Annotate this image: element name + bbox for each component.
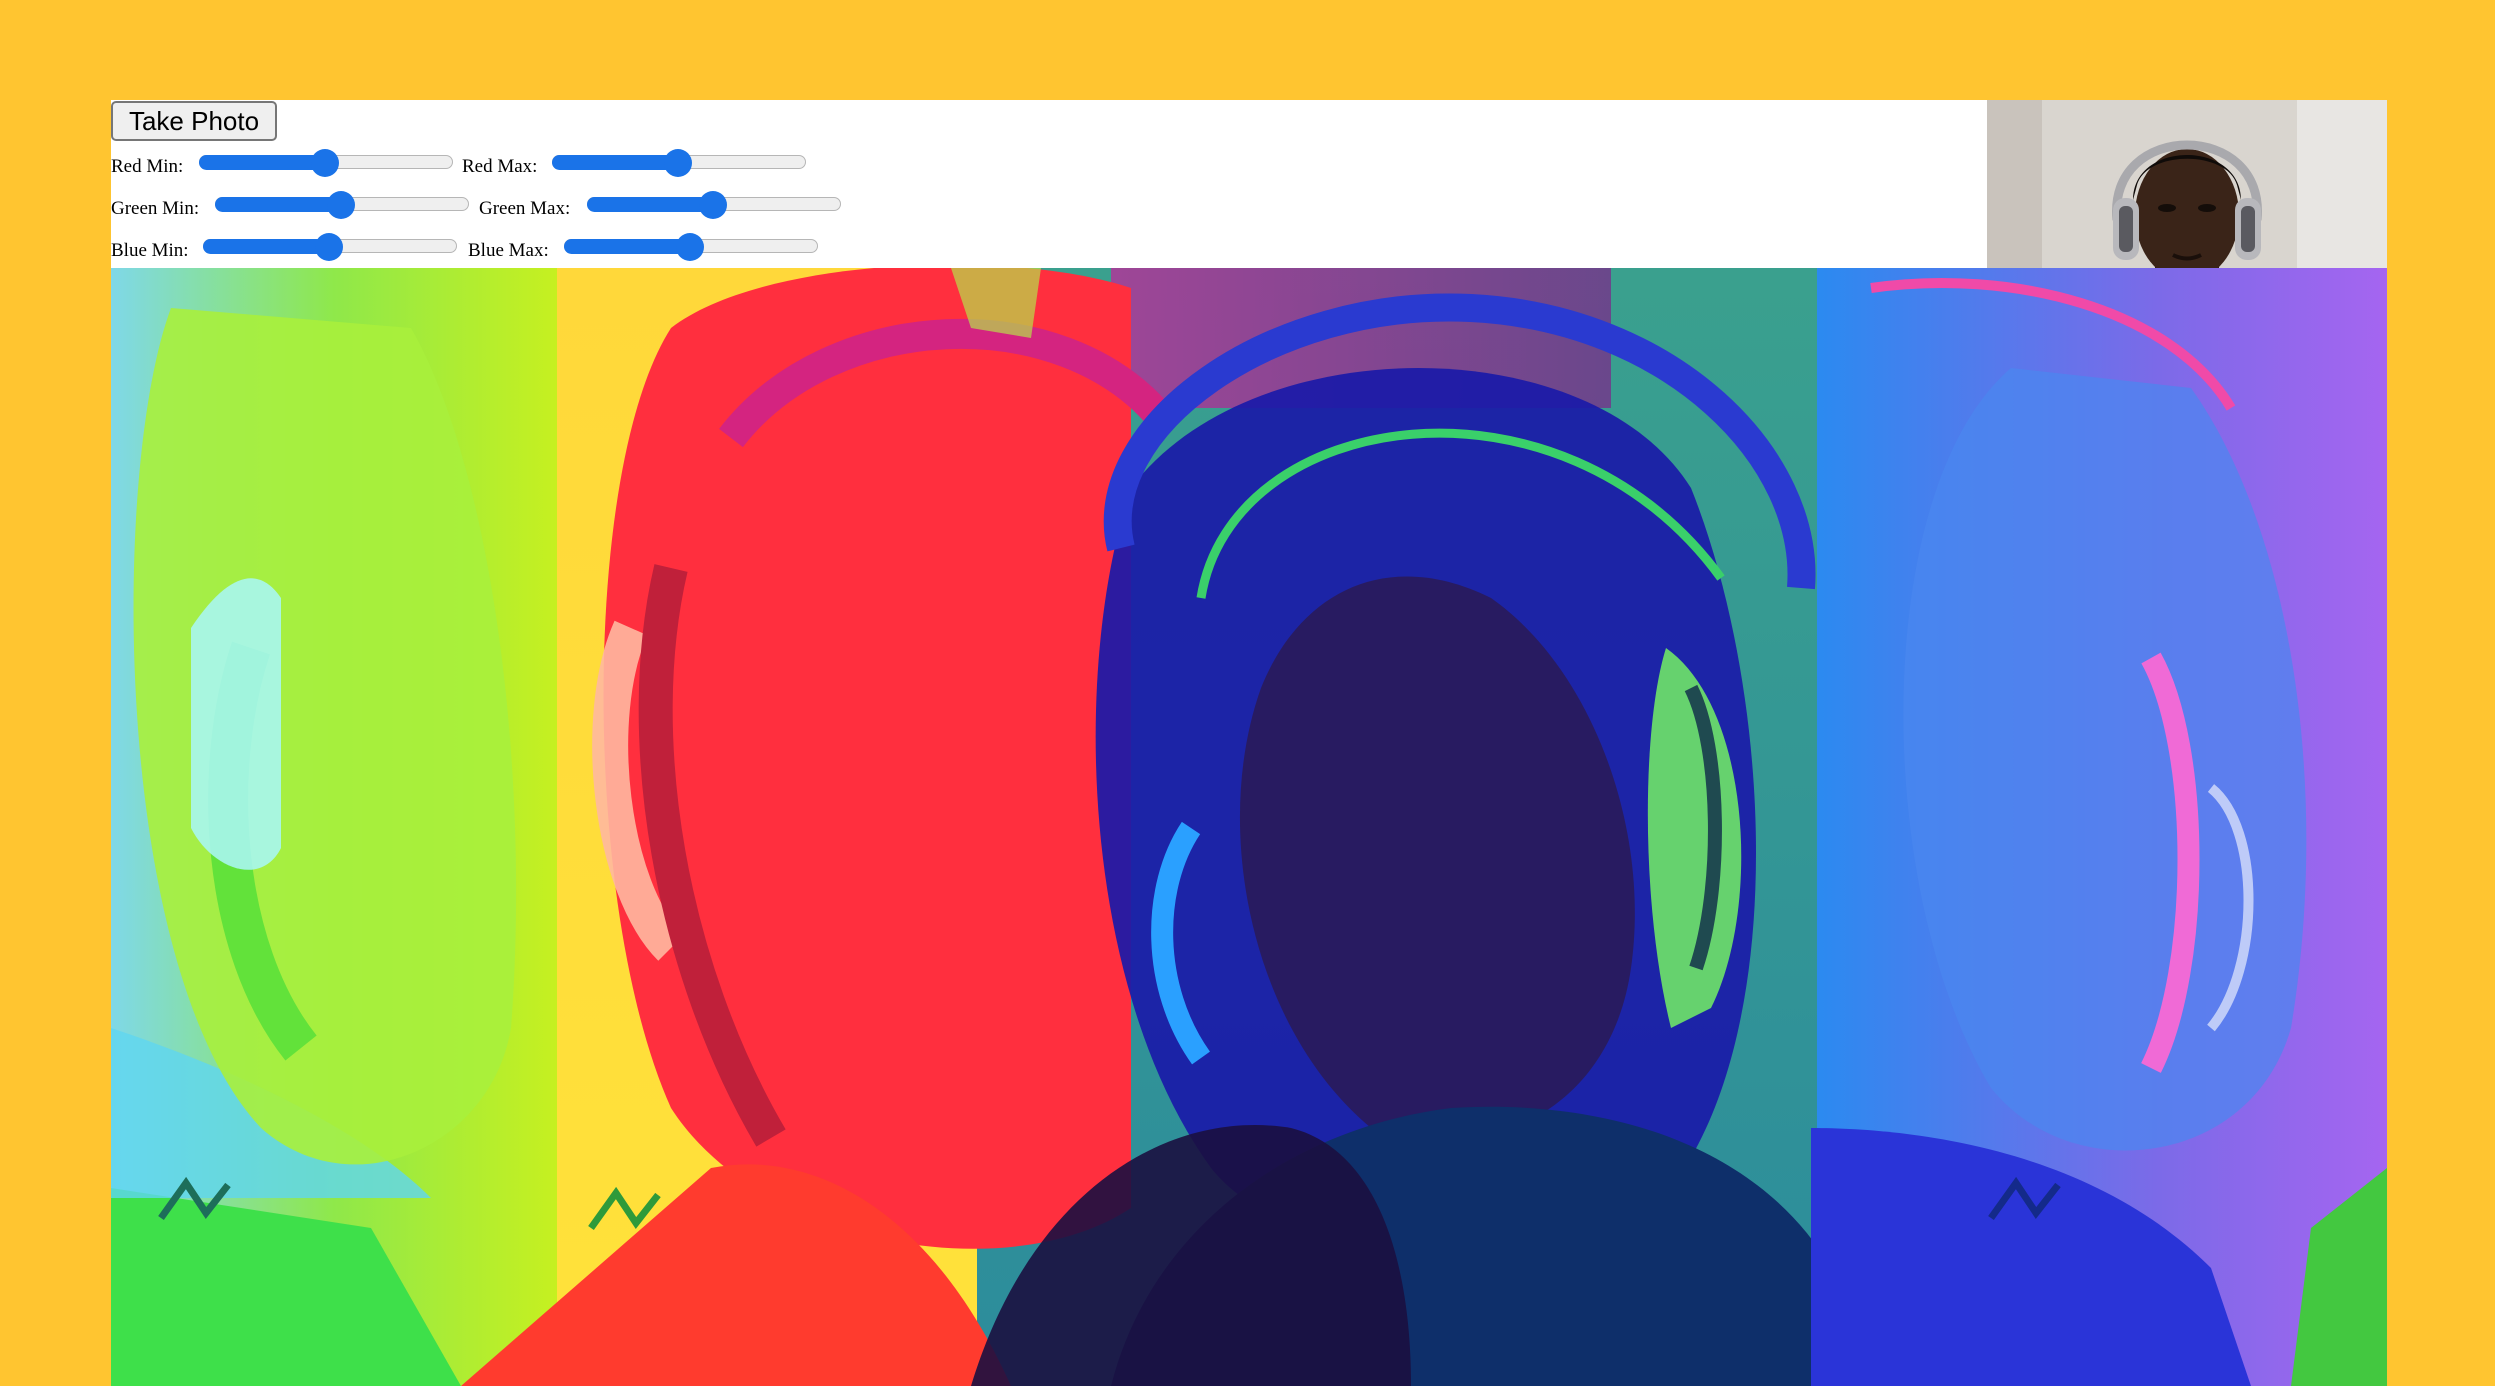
blue-max-slider[interactable] (564, 233, 820, 261)
slider-thumb[interactable] (311, 149, 339, 177)
slider-thumb[interactable] (315, 233, 343, 261)
green-max-label: Green Max: (479, 198, 571, 219)
green-max-slider[interactable] (587, 191, 843, 219)
slider-fill (552, 155, 678, 170)
green-min-label: Green Min: (111, 198, 200, 219)
slider-thumb[interactable] (327, 191, 355, 219)
slider-fill (564, 239, 690, 254)
app-container: Take Photo Red Min: Red Max: Green Min: (111, 100, 2387, 1386)
controls-panel: Take Photo Red Min: Red Max: Green Min: (111, 100, 1987, 268)
slider-thumb[interactable] (664, 149, 692, 177)
red-min-label: Red Min: (111, 156, 184, 177)
slider-fill (199, 155, 325, 170)
blue-min-slider[interactable] (203, 233, 459, 261)
slider-thumb[interactable] (699, 191, 727, 219)
blue-min-label: Blue Min: (111, 240, 189, 261)
red-max-slider[interactable] (552, 149, 808, 177)
rgb-split-photo (111, 268, 2387, 1386)
filtered-output-canvas (111, 268, 2387, 1386)
slider-fill (203, 239, 329, 254)
take-photo-button[interactable]: Take Photo (111, 101, 277, 141)
red-max-label: Red Max: (462, 156, 538, 177)
slider-thumb[interactable] (676, 233, 704, 261)
blue-max-label: Blue Max: (468, 240, 549, 261)
slider-fill (215, 197, 341, 212)
slider-fill (587, 197, 713, 212)
red-min-slider[interactable] (199, 149, 455, 177)
green-min-slider[interactable] (215, 191, 471, 219)
